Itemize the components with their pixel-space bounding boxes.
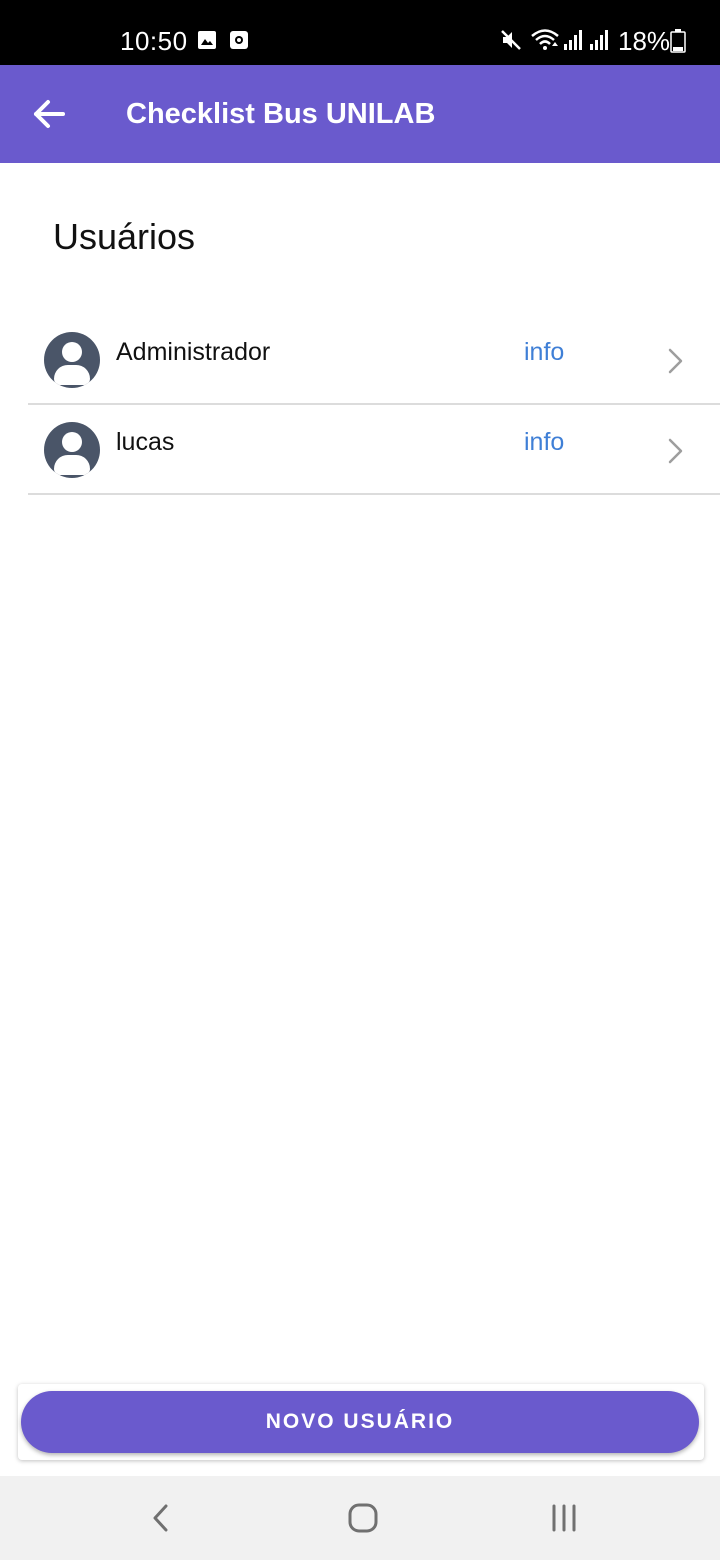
user-list-item-administrador[interactable]: Administrador info <box>28 315 720 405</box>
account-circle-icon <box>44 422 100 478</box>
wifi-icon <box>530 28 560 57</box>
user-info-link[interactable]: info <box>524 427 564 457</box>
account-circle-icon <box>44 332 100 388</box>
home-icon <box>348 1503 378 1533</box>
battery-percentage: 18% <box>618 26 671 56</box>
app-bar: Checklist Bus UNILAB <box>0 65 720 163</box>
user-list-item-lucas[interactable]: lucas info <box>28 405 720 495</box>
arrow-left-icon <box>34 100 65 128</box>
battery-icon <box>670 29 686 58</box>
signal-icon <box>588 29 610 56</box>
user-list: Administrador info lucas info <box>28 315 720 495</box>
app-title: Checklist Bus UNILAB <box>126 98 436 130</box>
mute-icon <box>500 29 522 56</box>
user-info-link[interactable]: info <box>524 337 564 367</box>
new-user-button[interactable]: NOVO USUÁRIO <box>21 1391 699 1453</box>
nav-home-button[interactable] <box>333 1494 393 1542</box>
status-time: 10:50 <box>120 26 188 56</box>
user-name: lucas <box>116 428 175 456</box>
status-bar: 10:50 18% <box>0 0 720 65</box>
user-name: Administrador <box>116 338 271 366</box>
screen-record-icon <box>229 30 249 55</box>
bottom-action-card: NOVO USUÁRIO <box>18 1384 704 1460</box>
chevron-right-icon <box>668 438 683 464</box>
system-nav-bar <box>0 1476 720 1560</box>
image-icon <box>197 30 217 55</box>
nav-back-button[interactable] <box>131 1494 191 1542</box>
chevron-right-icon <box>668 348 683 374</box>
back-button[interactable] <box>24 89 74 139</box>
page-title: Usuários <box>53 216 196 257</box>
screen: 10:50 18% Checklist Bus UNILAB Usuários … <box>0 0 720 1560</box>
recents-icon <box>552 1504 576 1532</box>
nav-recents-button[interactable] <box>534 1494 594 1542</box>
signal-icon <box>562 29 584 56</box>
back-icon <box>153 1504 168 1532</box>
